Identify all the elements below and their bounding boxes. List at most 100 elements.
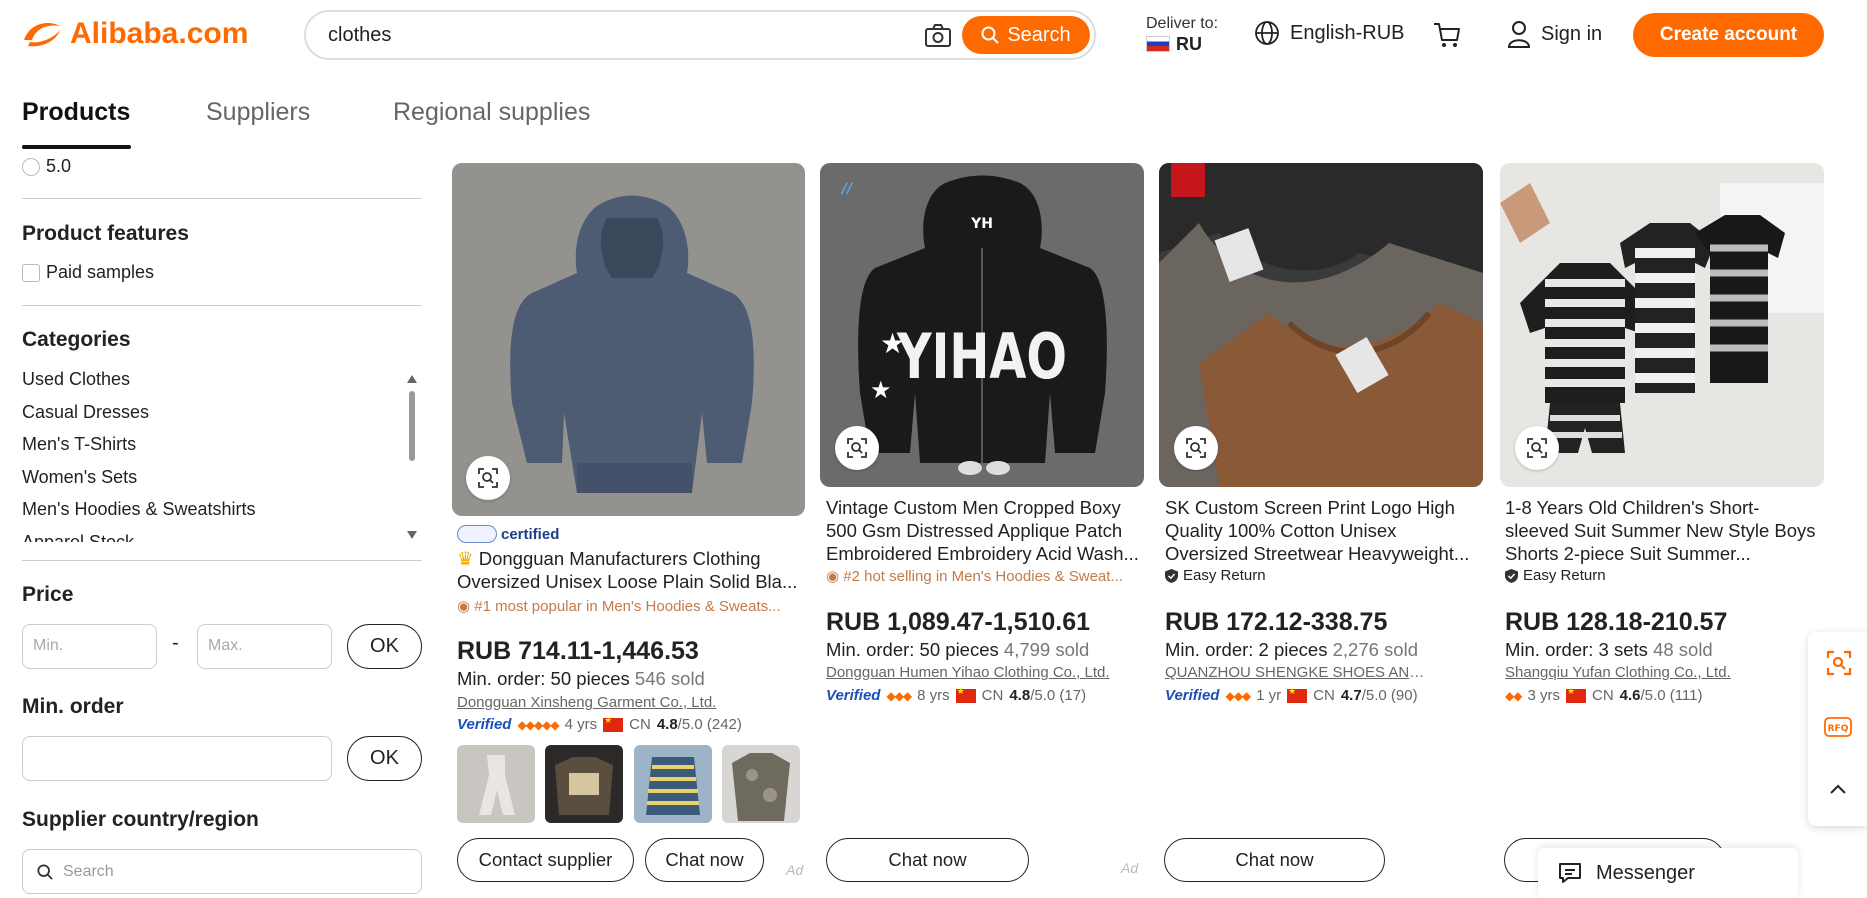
product-title[interactable]: ♛ Dongguan Manufacturers Clothing Oversi… [457, 547, 802, 593]
product-title[interactable]: Vintage Custom Men Cropped Boxy 500 Gsm … [826, 496, 1141, 565]
chat-now-button[interactable]: Chat now [645, 838, 764, 882]
product-title[interactable]: 1-8 Years Old Children's Short-sleeved S… [1505, 496, 1820, 565]
messenger-label: Messenger [1596, 861, 1695, 884]
price-min-input[interactable]: Min. [22, 624, 157, 669]
image-search-button[interactable] [1174, 426, 1218, 470]
price-ok-button[interactable]: OK [347, 624, 422, 669]
messenger-button[interactable]: Messenger [1538, 848, 1798, 898]
create-account-button[interactable]: Create account [1633, 13, 1824, 57]
logo-text: Alibaba.com [70, 17, 249, 50]
category-item[interactable]: Casual Dresses [22, 400, 382, 433]
tab-suppliers[interactable]: Suppliers [206, 98, 310, 127]
thumbnail-image [722, 745, 800, 823]
min-order-input[interactable] [22, 736, 332, 781]
svg-text:YH: YH [970, 216, 993, 232]
supplier-country: CN [981, 687, 1004, 704]
supplier-years: 3 yrs [1527, 687, 1560, 704]
language-label: English-RUB [1290, 21, 1405, 44]
image-search-button[interactable] [1515, 426, 1559, 470]
price-max-input[interactable]: Max. [197, 624, 332, 669]
ranking-badge[interactable]: ◉ #1 most popular in Men's Hoodies & Swe… [457, 597, 802, 615]
supplier-link[interactable]: Dongguan Humen Yihao Clothing Co., Ltd. [826, 664, 1126, 681]
rating-suffix: /5.0 (90) [1361, 687, 1418, 704]
categories-heading: Categories [22, 328, 131, 351]
verified-badge[interactable]: Verified [457, 716, 511, 733]
supplier-country-heading: Supplier country/region [22, 808, 259, 831]
ranking-badge[interactable]: ◉ #2 hot selling in Men's Hoodies & Swea… [826, 567, 1141, 585]
scan-icon[interactable] [1826, 650, 1852, 676]
tab-products[interactable]: Products [22, 98, 130, 127]
product-price: RUB 128.18-210.57 [1505, 608, 1728, 636]
language-selector[interactable]: English-RUB [1254, 20, 1404, 46]
chat-now-button[interactable]: Chat now [1164, 838, 1385, 882]
cart-icon[interactable] [1432, 20, 1462, 50]
china-flag-icon [955, 686, 976, 703]
tab-regional-supplies[interactable]: Regional supplies [393, 98, 590, 127]
supplier-link[interactable]: QUANZHOU SHENGKE SHOES AND... [1165, 664, 1430, 681]
supplier-meta: Verified ◆◆◆◆◆ 4 yrs CN 4.8/5.0 (242) [457, 715, 742, 734]
contact-supplier-button[interactable]: Contact supplier [457, 838, 634, 882]
rating-value: 4.7 [1340, 687, 1362, 704]
search-button[interactable]: Search [962, 16, 1090, 54]
categories-list: Used Clothes Casual Dresses Men's T-Shir… [22, 367, 382, 542]
supplier-meta: Verified ◆◆◆ 8 yrs CN 4.8/5.0 (17) [826, 686, 1086, 705]
min-order-text: Min. order: 2 pieces [1165, 639, 1328, 660]
thumbnail[interactable] [722, 745, 800, 823]
verified-badge[interactable]: Verified [826, 687, 880, 704]
category-item[interactable]: Men's T-Shirts [22, 432, 382, 465]
deliver-country: RU [1176, 34, 1202, 54]
category-item[interactable]: Used Clothes [22, 367, 382, 400]
category-item[interactable]: Men's Hoodies & Sweatshirts [22, 497, 382, 530]
min-order-text: Min. order: 3 sets [1505, 639, 1648, 660]
product-price: RUB 1,089.47-1,510.61 [826, 608, 1091, 636]
sign-in-link[interactable]: Sign in [1507, 20, 1602, 48]
paid-samples-checkbox[interactable]: Paid samples [22, 262, 154, 283]
supplier-link[interactable]: Shangqiu Yufan Clothing Co., Ltd. [1505, 664, 1770, 681]
min-order: Min. order: 2 pieces 2,276 sold [1165, 639, 1418, 661]
min-order-ok-button[interactable]: OK [347, 736, 422, 781]
supplier-search-placeholder: Search [63, 862, 114, 880]
verified-badge[interactable]: Verified [1165, 687, 1219, 704]
radio-icon [22, 157, 40, 176]
supplier-country: CN [1591, 687, 1614, 704]
supplier-meta: ◆◆ 3 yrs CN 4.6/5.0 (111) [1505, 686, 1703, 705]
thumbnail[interactable] [457, 745, 535, 823]
certified-label: certified [501, 525, 560, 543]
alibaba-logo[interactable]: Alibaba.com [20, 14, 248, 54]
rating-value: 4.8 [1009, 687, 1031, 704]
message-icon [1559, 863, 1581, 883]
rating-value: 4.6 [1619, 687, 1641, 704]
search-input[interactable] [328, 22, 888, 48]
sold-count: 4,799 sold [1003, 639, 1090, 660]
supplier-country-search[interactable]: Search [22, 849, 422, 894]
divider [22, 560, 422, 561]
rating-option-5[interactable]: 5.0 [22, 156, 71, 177]
camera-icon[interactable] [923, 22, 953, 50]
supplier-link[interactable]: Dongguan Xinsheng Garment Co., Ltd. [457, 694, 757, 711]
alibaba-logo-icon [24, 22, 60, 47]
checkbox-icon [22, 263, 40, 282]
deliver-to[interactable]: Deliver to: RU [1146, 14, 1218, 54]
chevron-up-icon[interactable] [1828, 782, 1848, 796]
svg-text:YIHAO: YIHAO [896, 320, 1067, 393]
category-item[interactable]: Apparel Stock [22, 530, 382, 543]
sold-count: 2,276 sold [1332, 639, 1418, 660]
supplier-years: 4 yrs [564, 716, 598, 733]
image-search-button[interactable] [835, 426, 879, 470]
product-title-text: Dongguan Manufacturers Clothing Oversize… [457, 548, 798, 592]
floating-toolbar: RFQ [1808, 632, 1867, 826]
search-bar: Search [304, 10, 1096, 60]
thumbnail[interactable] [634, 745, 712, 823]
supplier-years: 1 yr [1256, 687, 1282, 704]
rating-label: 5.0 [46, 156, 72, 176]
category-item[interactable]: Women's Sets [22, 465, 382, 498]
divider [22, 305, 422, 306]
categories-scrollbar[interactable] [407, 373, 417, 541]
image-search-button[interactable] [466, 456, 510, 500]
svg-text://: // [840, 181, 854, 197]
chat-now-button[interactable]: Chat now [826, 838, 1029, 882]
thumbnail[interactable] [545, 745, 623, 823]
product-title[interactable]: SK Custom Screen Print Logo High Quality… [1165, 496, 1480, 565]
product-features-heading: Product features [22, 222, 189, 245]
rfq-icon[interactable]: RFQ [1824, 716, 1852, 738]
